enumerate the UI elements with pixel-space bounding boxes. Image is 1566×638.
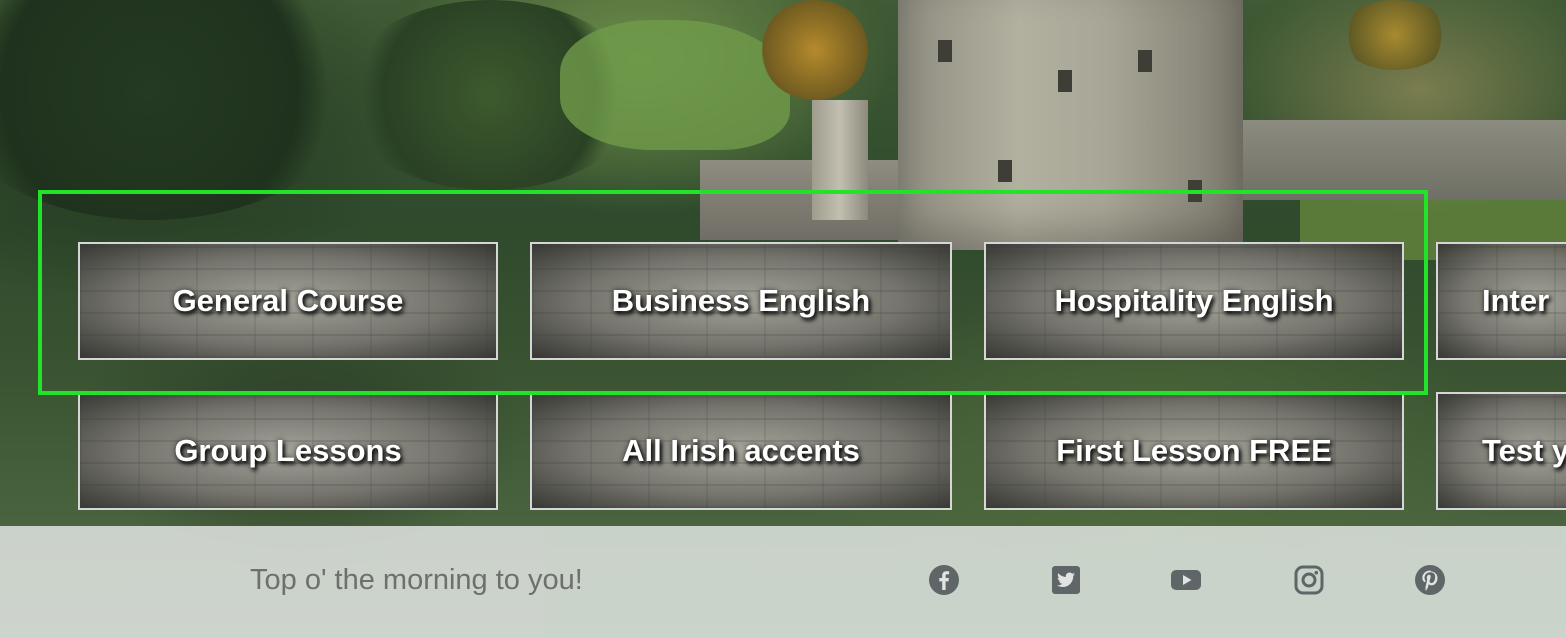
instagram-icon[interactable] xyxy=(1291,562,1327,598)
button-label: Hospitality English xyxy=(1054,283,1334,318)
button-label: Business English xyxy=(611,283,871,318)
group-lessons-button[interactable]: Group Lessons xyxy=(78,392,498,510)
button-label: General Course xyxy=(172,283,404,318)
footer: Top o' the morning to you! xyxy=(0,526,1566,638)
first-lesson-free-button[interactable]: First Lesson FREE xyxy=(984,392,1404,510)
button-label: All Irish accents xyxy=(622,433,860,468)
inter-button-partial[interactable]: Inter xyxy=(1436,242,1566,360)
business-english-button[interactable]: Business English xyxy=(530,242,952,360)
button-label: Inter xyxy=(1482,283,1550,318)
twitter-icon[interactable] xyxy=(1048,562,1084,598)
facebook-icon[interactable] xyxy=(926,562,962,598)
general-course-button[interactable]: General Course xyxy=(78,242,498,360)
button-label: Group Lessons xyxy=(174,433,402,468)
hospitality-english-button[interactable]: Hospitality English xyxy=(984,242,1404,360)
pinterest-icon[interactable] xyxy=(1412,562,1448,598)
footer-tagline: Top o' the morning to you! xyxy=(250,564,583,596)
button-label: First Lesson FREE xyxy=(1056,433,1332,468)
youtube-icon[interactable] xyxy=(1168,562,1204,598)
all-irish-accents-button[interactable]: All Irish accents xyxy=(530,392,952,510)
button-label: Test y xyxy=(1482,433,1566,468)
test-button-partial[interactable]: Test y xyxy=(1436,392,1566,510)
